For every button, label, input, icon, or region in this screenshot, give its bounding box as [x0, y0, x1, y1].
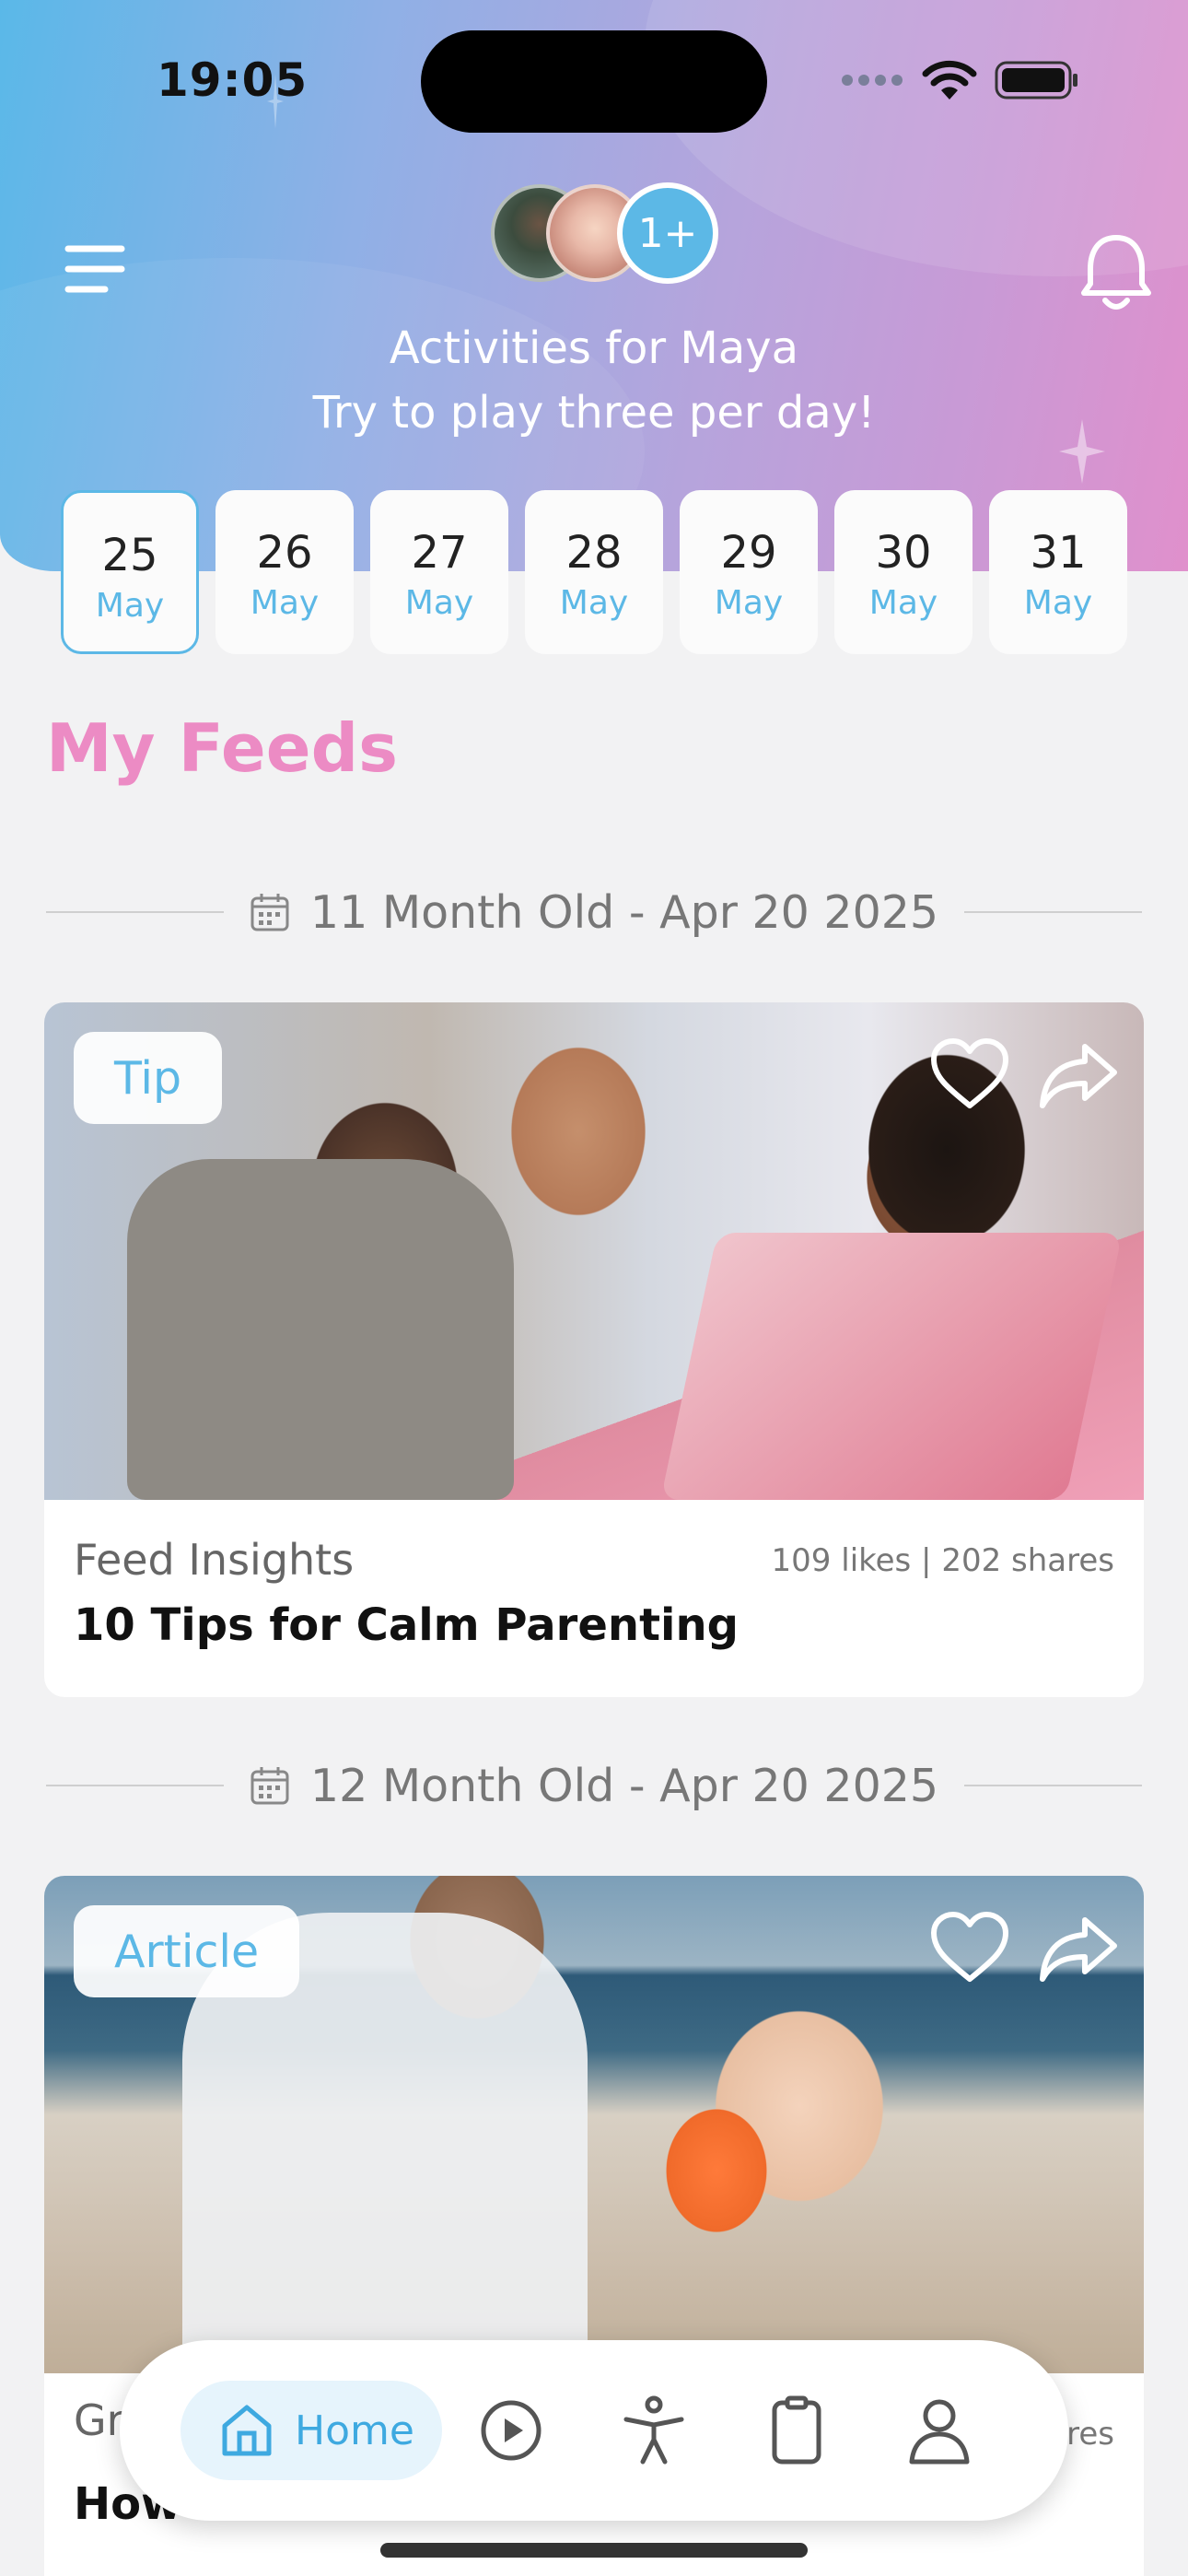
date-month: May	[714, 584, 784, 622]
feed-image: Tip	[44, 1002, 1144, 1500]
feed-tag: Article	[74, 1905, 300, 1997]
feed-date-divider: 12 Month Old - Apr 20 2025	[46, 1758, 1143, 1813]
feed-date-label: 11 Month Old - Apr 20 2025	[309, 885, 939, 939]
heart-icon[interactable]	[928, 1034, 1011, 1117]
feed-tag: Tip	[74, 1032, 223, 1124]
date-card[interactable]: 30 May	[834, 490, 973, 654]
share-icon[interactable]	[1037, 1907, 1120, 1990]
more-children-button[interactable]: 1+	[617, 182, 718, 284]
heart-icon[interactable]	[928, 1907, 1011, 1990]
wifi-icon	[922, 60, 977, 100]
divider-line	[964, 911, 1143, 913]
nav-home-tab[interactable]: Home	[181, 2381, 442, 2480]
status-icons	[840, 57, 1079, 103]
date-month: May	[559, 584, 629, 622]
play-icon[interactable]	[474, 2394, 548, 2467]
laptop-figure	[660, 1233, 1123, 1500]
date-day: 26	[256, 527, 313, 579]
divider-label: 11 Month Old - Apr 20 2025	[224, 886, 964, 939]
date-month: May	[1023, 584, 1093, 622]
status-time: 19:05	[157, 53, 309, 107]
child-avatars[interactable]: 1+	[491, 182, 721, 284]
date-card[interactable]: 27 May	[370, 490, 508, 654]
calendar-icon	[250, 894, 289, 931]
home-icon	[222, 2405, 272, 2456]
date-day: 27	[411, 527, 468, 579]
feed-stats: res	[1066, 2416, 1114, 2453]
date-month: May	[95, 587, 165, 625]
menu-icon[interactable]	[64, 241, 129, 297]
date-month: May	[404, 584, 474, 622]
share-icon[interactable]	[1037, 1034, 1120, 1117]
feed-image: Article	[44, 1876, 1144, 2373]
clipboard-icon[interactable]	[760, 2394, 833, 2467]
activity-icon[interactable]	[617, 2394, 691, 2467]
battery-icon	[995, 61, 1077, 100]
divider-line	[964, 1785, 1143, 1786]
dynamic-island	[421, 30, 767, 133]
date-month: May	[868, 584, 938, 622]
date-day: 29	[720, 527, 777, 579]
feed-category: Gr	[74, 2395, 124, 2445]
feed-title: 10 Tips for Calm Parenting	[74, 1599, 739, 1651]
date-day: 28	[565, 527, 623, 579]
divider-line	[46, 1785, 224, 1786]
profile-icon[interactable]	[903, 2394, 976, 2467]
date-card-selected[interactable]: 25 May	[61, 490, 199, 654]
divider-line	[46, 911, 224, 913]
date-month: May	[250, 584, 320, 622]
date-day: 25	[101, 530, 158, 581]
date-day: 31	[1030, 527, 1087, 579]
feed-card[interactable]: Tip Feed Insights 109 likes | 202 shares…	[44, 1002, 1144, 1697]
feed-date-divider: 11 Month Old - Apr 20 2025	[46, 884, 1143, 940]
date-card[interactable]: 26 May	[215, 490, 354, 654]
home-indicator	[380, 2543, 808, 2558]
calendar-icon	[250, 1767, 289, 1805]
baby-figure	[127, 1159, 514, 1500]
date-card[interactable]: 29 May	[680, 490, 818, 654]
nav-home-label: Home	[295, 2406, 414, 2454]
page-subtitle: Try to play three per day!	[312, 387, 876, 439]
date-card[interactable]: 31 May	[989, 490, 1127, 654]
divider-label: 12 Month Old - Apr 20 2025	[224, 1760, 964, 1812]
feed-category: Feed Insights	[74, 1535, 355, 1585]
section-title: My Feeds	[46, 709, 398, 787]
page-title: Activities for Maya	[389, 322, 799, 374]
feed-stats: 109 likes | 202 shares	[771, 1542, 1114, 1579]
signal-icon	[842, 75, 903, 86]
bell-icon[interactable]	[1079, 232, 1153, 315]
feed-date-label: 12 Month Old - Apr 20 2025	[309, 1759, 939, 1812]
date-day: 30	[875, 527, 932, 579]
bottom-nav: Home	[120, 2340, 1068, 2521]
date-card[interactable]: 28 May	[525, 490, 663, 654]
